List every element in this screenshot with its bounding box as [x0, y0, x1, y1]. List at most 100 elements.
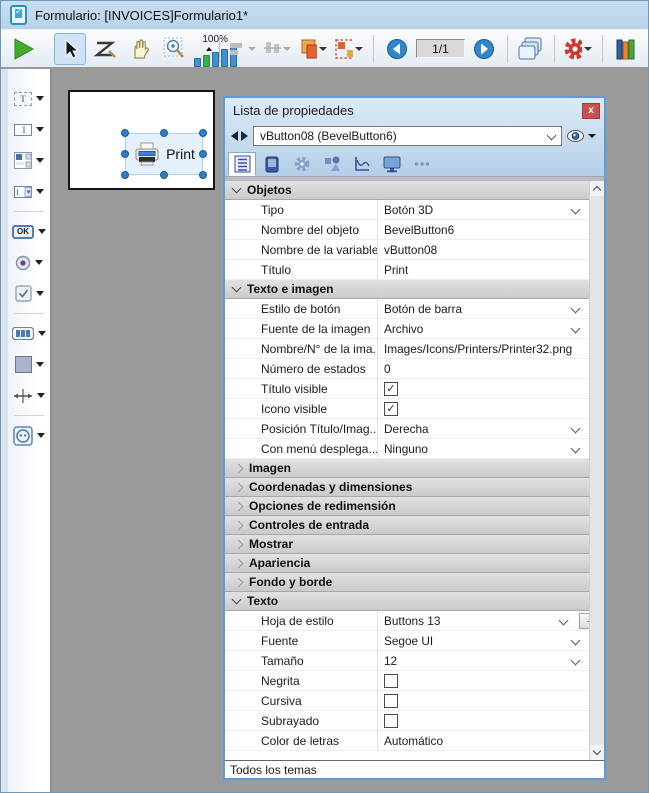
sidebar-item-splitter[interactable]	[13, 380, 45, 411]
tab-book[interactable]	[258, 152, 286, 176]
close-icon[interactable]: x	[582, 103, 600, 119]
form-pages-button[interactable]	[515, 33, 547, 65]
chevron-down-icon[interactable]	[571, 424, 581, 434]
tab-display[interactable]	[378, 152, 406, 176]
section-header-objetos[interactable]: Objetos	[225, 181, 589, 200]
print-button[interactable]: Print	[128, 136, 200, 172]
tab-objects[interactable]	[318, 152, 346, 176]
color-letras-field[interactable]: Automático	[377, 731, 589, 750]
next-page-button[interactable]	[468, 33, 500, 65]
selection-handle[interactable]	[199, 171, 207, 179]
negrita-checkbox[interactable]	[384, 674, 398, 688]
run-form-button[interactable]	[7, 33, 39, 65]
chevron-down-icon[interactable]	[36, 291, 44, 296]
chevron-down-icon[interactable]	[36, 362, 44, 367]
hoja-estilo-dropdown[interactable]: Buttons 13 ...	[377, 611, 589, 630]
sidebar-item-list-box[interactable]	[14, 145, 44, 176]
chevron-down-icon[interactable]	[38, 331, 46, 336]
chevron-down-icon[interactable]	[571, 324, 581, 334]
page-indicator-field[interactable]: 1/1	[416, 39, 465, 58]
entry-order-tool-button[interactable]	[89, 33, 121, 65]
tamano-dropdown[interactable]: 12	[377, 651, 589, 670]
chevron-down-icon[interactable]	[559, 616, 569, 626]
icono-visible-checkbox[interactable]	[384, 402, 398, 416]
chevron-down-icon[interactable]	[37, 393, 45, 398]
menu-desplegable-dropdown[interactable]: Ninguno	[377, 439, 589, 458]
sidebar-item-button[interactable]: OK	[12, 216, 46, 247]
chevron-down-icon[interactable]	[36, 189, 44, 194]
tipo-dropdown[interactable]: Botón 3D	[377, 200, 589, 219]
selection-handle[interactable]	[160, 171, 168, 179]
chevron-down-icon[interactable]	[571, 205, 581, 215]
section-header-texto[interactable]: Texto	[225, 592, 589, 611]
chevron-down-icon[interactable]	[36, 158, 44, 163]
select-tool-button[interactable]	[54, 33, 86, 65]
zoom-tool-button[interactable]	[159, 33, 191, 65]
window-titlebar[interactable]: Formulario: [INVOICES]Formulario1*	[1, 1, 648, 29]
chevron-down-icon[interactable]	[35, 260, 43, 265]
chevron-down-icon[interactable]	[584, 47, 592, 51]
pan-tool-button[interactable]	[124, 33, 156, 65]
sidebar-item-static-text[interactable]: T	[14, 83, 44, 114]
numero-estados-field[interactable]: 0	[377, 359, 589, 378]
nombre-variable-field[interactable]: vButton08	[377, 240, 589, 259]
sidebar-item-input-field[interactable]: I	[14, 114, 44, 145]
panel-scrollbar[interactable]	[589, 181, 604, 760]
ellipsis-button[interactable]: ...	[579, 613, 589, 629]
tab-events[interactable]	[348, 152, 376, 176]
chevron-down-icon[interactable]	[37, 433, 45, 438]
selection-handle[interactable]	[199, 129, 207, 137]
section-header-opciones-redimension[interactable]: Opciones de redimensión	[225, 497, 589, 516]
form-page[interactable]: Print	[68, 90, 215, 190]
chevron-down-icon[interactable]	[571, 304, 581, 314]
section-header-texto-e-imagen[interactable]: Texto e imagen	[225, 280, 589, 299]
sidebar-item-plugin-area[interactable]	[13, 420, 45, 451]
subrayado-checkbox[interactable]	[384, 714, 398, 728]
titulo-visible-checkbox[interactable]	[384, 382, 398, 396]
scroll-up-button[interactable]	[590, 181, 604, 196]
section-header-apariencia[interactable]: Apariencia	[225, 554, 589, 573]
library-button[interactable]	[610, 33, 642, 65]
sidebar-item-radio-button[interactable]	[15, 247, 43, 278]
group-select-tool-button[interactable]	[333, 33, 366, 65]
object-selector-dropdown[interactable]: vButton08 (BevelButton6)	[253, 126, 562, 146]
section-header-imagen[interactable]: Imagen	[225, 459, 589, 478]
chevron-down-icon[interactable]	[38, 229, 46, 234]
section-header-fondo-y-borde[interactable]: Fondo y borde	[225, 573, 589, 592]
tab-more[interactable]	[408, 152, 436, 176]
fuente-imagen-dropdown[interactable]: Archivo	[377, 319, 589, 338]
sidebar-item-checkbox[interactable]	[15, 278, 44, 309]
chevron-down-icon[interactable]	[319, 47, 327, 51]
sidebar-item-combo-box[interactable]: I	[14, 176, 44, 207]
scroll-down-button[interactable]	[590, 745, 604, 760]
display-options-button[interactable]	[562, 33, 595, 65]
sidebar-item-rectangle[interactable]	[15, 349, 44, 380]
chevron-down-icon[interactable]	[571, 444, 581, 454]
fuente-dropdown[interactable]: Segoe UI	[377, 631, 589, 650]
chevron-down-icon[interactable]	[36, 127, 44, 132]
nombre-objeto-field[interactable]: BevelButton6	[377, 220, 589, 239]
titulo-field[interactable]: Print	[377, 260, 589, 279]
chevron-down-icon[interactable]	[571, 636, 581, 646]
posicion-dropdown[interactable]: Derecha	[377, 419, 589, 438]
selection-handle[interactable]	[121, 171, 129, 179]
sidebar-item-button-grid[interactable]	[12, 318, 46, 349]
view-options-button[interactable]	[567, 130, 598, 142]
nombre-imagen-field[interactable]: Images/Icons/Printers/Printer32.png	[377, 339, 589, 358]
tab-property-list[interactable]	[228, 152, 256, 176]
selected-object-print-button[interactable]: Print	[125, 133, 203, 175]
previous-page-button[interactable]	[381, 33, 413, 65]
panel-titlebar[interactable]: Lista de propiedades x	[225, 98, 604, 123]
section-header-mostrar[interactable]: Mostrar	[225, 535, 589, 554]
tab-settings[interactable]	[288, 152, 316, 176]
section-header-coordenadas[interactable]: Coordenadas y dimensiones	[225, 478, 589, 497]
selection-handle[interactable]	[199, 150, 207, 158]
next-object-icon[interactable]	[241, 131, 248, 141]
chevron-down-icon[interactable]	[36, 96, 44, 101]
previous-object-icon[interactable]	[231, 131, 238, 141]
level-tool-button[interactable]	[297, 33, 330, 65]
section-header-controles-entrada[interactable]: Controles de entrada	[225, 516, 589, 535]
estilo-boton-dropdown[interactable]: Botón de barra	[377, 299, 589, 318]
cursiva-checkbox[interactable]	[384, 694, 398, 708]
form-canvas[interactable]: Print Lista de propiedades x	[52, 69, 648, 792]
